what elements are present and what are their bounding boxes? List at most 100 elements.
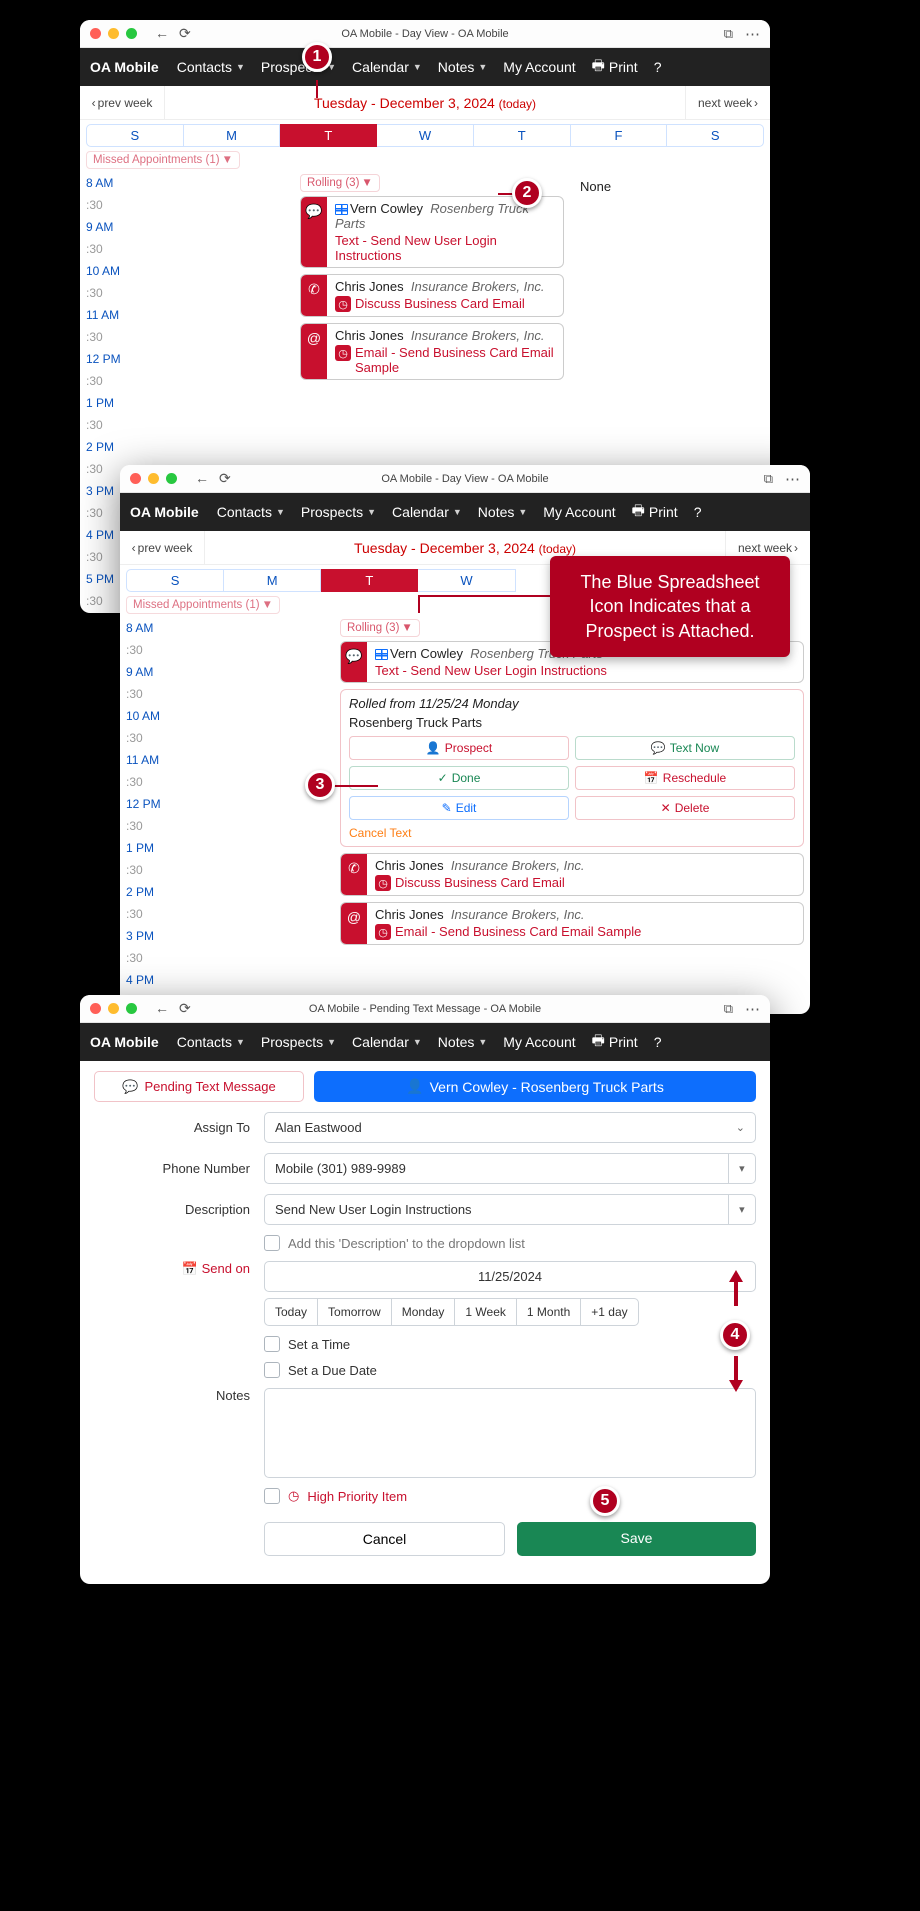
- more-icon[interactable]: ⋯: [745, 1000, 760, 1018]
- close-icon[interactable]: [90, 1003, 101, 1014]
- date-1month[interactable]: 1 Month: [516, 1298, 580, 1326]
- menu-myaccount[interactable]: My Account: [497, 55, 581, 79]
- reschedule-button[interactable]: 📅 Reschedule: [575, 766, 795, 790]
- date-today[interactable]: Today: [264, 1298, 317, 1326]
- menu-print[interactable]: 🖶 Print: [586, 51, 644, 83]
- assign-to-select[interactable]: Alan Eastwood⌄: [264, 1112, 756, 1143]
- refresh-icon[interactable]: ⟳: [179, 1000, 191, 1017]
- time-slot[interactable]: 4 PM: [120, 970, 175, 992]
- dow-mon[interactable]: M: [224, 569, 321, 592]
- more-icon[interactable]: ⋯: [785, 470, 800, 488]
- back-icon[interactable]: ←: [155, 1000, 169, 1017]
- menu-prospects[interactable]: Prospects▼: [255, 1030, 342, 1054]
- text-now-button[interactable]: 💬 Text Now: [575, 736, 795, 760]
- time-slot[interactable]: 8 AM: [80, 173, 135, 195]
- dow-wed[interactable]: W: [377, 124, 474, 147]
- set-due-date-checkbox[interactable]: Set a Due Date: [264, 1362, 756, 1378]
- minimize-icon[interactable]: [108, 1003, 119, 1014]
- missed-appointments[interactable]: Missed Appointments (1) ▼: [86, 151, 240, 169]
- cancel-text-link[interactable]: Cancel Text: [349, 826, 795, 840]
- menu-contacts[interactable]: Contacts▼: [171, 55, 251, 79]
- menu-notes[interactable]: Notes▼: [472, 500, 534, 524]
- description-input[interactable]: Send New User Login Instructions: [264, 1194, 728, 1225]
- time-slot[interactable]: 9 AM: [80, 217, 135, 239]
- time-slot[interactable]: 2 PM: [120, 882, 175, 904]
- menu-prospects[interactable]: Prospects▼: [295, 500, 382, 524]
- refresh-icon[interactable]: ⟳: [179, 25, 191, 42]
- time-slot[interactable]: 1 PM: [120, 838, 175, 860]
- time-slot[interactable]: 3 PM: [120, 926, 175, 948]
- phone-dropdown[interactable]: ▾: [728, 1153, 756, 1184]
- menu-myaccount[interactable]: My Account: [497, 1030, 581, 1054]
- set-time-checkbox[interactable]: Set a Time: [264, 1336, 756, 1352]
- dow-sat[interactable]: S: [667, 124, 764, 147]
- missed-appointments[interactable]: Missed Appointments (1) ▼: [126, 596, 280, 614]
- pending-text-button[interactable]: 💬 Pending Text Message: [94, 1071, 304, 1102]
- time-slot[interactable]: :30: [120, 684, 175, 706]
- time-slot[interactable]: :30: [120, 772, 175, 794]
- dow-sun[interactable]: S: [86, 124, 184, 147]
- send-on-date[interactable]: 11/25/2024: [264, 1261, 756, 1292]
- date-plus1day[interactable]: +1 day: [580, 1298, 638, 1326]
- high-priority-checkbox[interactable]: ◷ High Priority Item: [264, 1488, 756, 1504]
- dow-wed[interactable]: W: [418, 569, 515, 592]
- event-call[interactable]: ✆ Chris Jones Insurance Brokers, Inc. ◷D…: [300, 274, 564, 317]
- zoom-icon[interactable]: [166, 473, 177, 484]
- time-slot[interactable]: 11 AM: [120, 750, 175, 772]
- time-slot[interactable]: 11 AM: [80, 305, 135, 327]
- event-call[interactable]: ✆ Chris Jones Insurance Brokers, Inc. ◷D…: [340, 853, 804, 896]
- extensions-icon[interactable]: ⧉: [724, 1001, 733, 1017]
- minimize-icon[interactable]: [108, 28, 119, 39]
- save-button[interactable]: Save: [517, 1522, 756, 1556]
- dow-tue[interactable]: T: [321, 569, 418, 592]
- menu-print[interactable]: 🖶 Print: [586, 1026, 644, 1058]
- event-email[interactable]: @ Chris Jones Insurance Brokers, Inc. ◷E…: [300, 323, 564, 380]
- rolling-dropdown[interactable]: Rolling (3) ▼: [340, 619, 420, 637]
- done-button[interactable]: ✓ Done: [349, 766, 569, 790]
- menu-myaccount[interactable]: My Account: [537, 500, 621, 524]
- back-icon[interactable]: ←: [195, 470, 209, 487]
- event-email[interactable]: @ Chris Jones Insurance Brokers, Inc. ◷E…: [340, 902, 804, 945]
- prev-week-button[interactable]: ‹ prev week: [80, 86, 165, 119]
- edit-button[interactable]: ✎ Edit: [349, 796, 569, 820]
- zoom-icon[interactable]: [126, 28, 137, 39]
- prospect-button[interactable]: 👤 Prospect: [349, 736, 569, 760]
- time-slot[interactable]: 8 AM: [120, 618, 175, 640]
- date-tomorrow[interactable]: Tomorrow: [317, 1298, 391, 1326]
- menu-calendar[interactable]: Calendar▼: [386, 500, 468, 524]
- close-icon[interactable]: [130, 473, 141, 484]
- menu-help[interactable]: ?: [648, 55, 668, 79]
- minimize-icon[interactable]: [148, 473, 159, 484]
- cancel-button[interactable]: Cancel: [264, 1522, 505, 1556]
- dow-sun[interactable]: S: [126, 569, 224, 592]
- back-icon[interactable]: ←: [155, 25, 169, 42]
- time-slot[interactable]: 10 AM: [80, 261, 135, 283]
- dow-thu[interactable]: T: [474, 124, 571, 147]
- menu-contacts[interactable]: Contacts▼: [171, 1030, 251, 1054]
- delete-button[interactable]: ✕ Delete: [575, 796, 795, 820]
- date-1week[interactable]: 1 Week: [454, 1298, 515, 1326]
- description-dropdown[interactable]: ▾: [728, 1194, 756, 1225]
- brand[interactable]: OA Mobile: [130, 504, 199, 520]
- notes-textarea[interactable]: [264, 1388, 756, 1478]
- time-slot[interactable]: :30: [80, 327, 135, 349]
- menu-calendar[interactable]: Calendar▼: [346, 55, 428, 79]
- menu-contacts[interactable]: Contacts▼: [211, 500, 291, 524]
- prospect-banner[interactable]: 👤 Vern Cowley - Rosenberg Truck Parts: [314, 1071, 756, 1102]
- menu-print[interactable]: 🖶 Print: [626, 496, 684, 528]
- time-slot[interactable]: :30: [80, 283, 135, 305]
- time-slot[interactable]: :30: [120, 816, 175, 838]
- brand[interactable]: OA Mobile: [90, 1034, 159, 1050]
- time-slot[interactable]: :30: [80, 371, 135, 393]
- extensions-icon[interactable]: ⧉: [764, 471, 773, 487]
- phone-input[interactable]: Mobile (301) 989-9989: [264, 1153, 728, 1184]
- time-slot[interactable]: 10 AM: [120, 706, 175, 728]
- time-slot[interactable]: :30: [120, 904, 175, 926]
- time-slot[interactable]: :30: [120, 948, 175, 970]
- prev-week-button[interactable]: ‹ prev week: [120, 531, 205, 564]
- close-icon[interactable]: [90, 28, 101, 39]
- dow-tue[interactable]: T: [280, 124, 377, 147]
- menu-notes[interactable]: Notes▼: [432, 55, 494, 79]
- menu-help[interactable]: ?: [688, 500, 708, 524]
- time-slot[interactable]: :30: [120, 860, 175, 882]
